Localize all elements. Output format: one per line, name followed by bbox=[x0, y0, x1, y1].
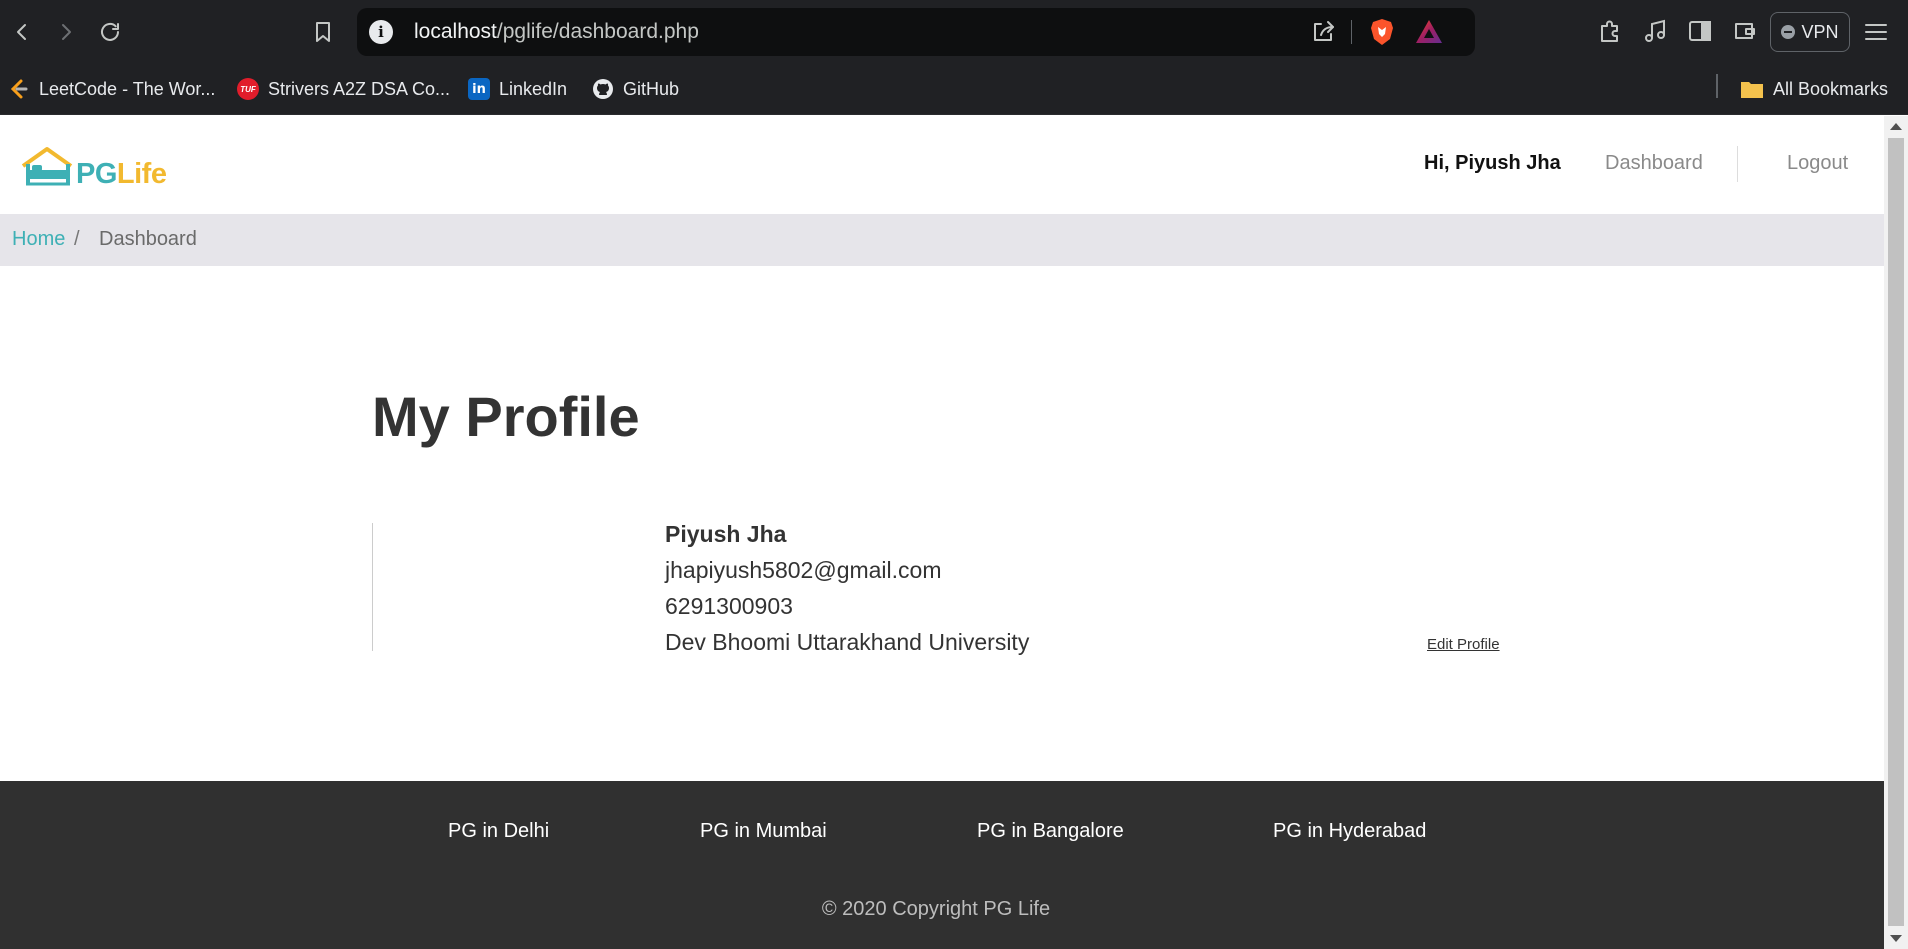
footer-link-hyderabad[interactable]: PG in Hyderabad bbox=[1273, 820, 1426, 843]
bookmark-icon bbox=[316, 22, 330, 42]
bookmark-linkedin[interactable]: in LinkedIn bbox=[468, 74, 567, 104]
footer-link-mumbai[interactable]: PG in Mumbai bbox=[700, 820, 827, 843]
nav-divider bbox=[1737, 146, 1738, 182]
scroll-down-arrow-icon[interactable] bbox=[1890, 935, 1902, 942]
nav-dashboard-link[interactable]: Dashboard bbox=[1605, 152, 1703, 175]
bookmarks-bar: LeetCode - The Wor... TUF Strivers A2Z D… bbox=[0, 64, 1908, 115]
bookmark-strivers[interactable]: TUF Strivers A2Z DSA Co... bbox=[237, 74, 450, 104]
edit-profile-link[interactable]: Edit Profile bbox=[1427, 636, 1500, 653]
profile-college: Dev Bhoomi Uttarakhand University bbox=[665, 629, 1030, 655]
bookmark-label: Strivers A2Z DSA Co... bbox=[268, 78, 451, 99]
all-bookmarks-label: All Bookmarks bbox=[1773, 78, 1889, 99]
logo-life: Life bbox=[116, 158, 167, 190]
brave-shields-icon[interactable] bbox=[1369, 18, 1395, 46]
profile-image-border bbox=[372, 523, 373, 651]
share-icon[interactable] bbox=[1309, 18, 1337, 46]
github-icon bbox=[593, 79, 613, 99]
forward-button[interactable] bbox=[48, 14, 84, 50]
profile-phone: 6291300903 bbox=[665, 593, 793, 619]
site-logo[interactable]: PGLife bbox=[20, 144, 167, 194]
puzzle-icon bbox=[1601, 20, 1618, 42]
profile-details: Piyush Jha jhapiyush5802@gmail.com 62913… bbox=[665, 516, 1029, 660]
bookmark-label: LinkedIn bbox=[499, 78, 568, 99]
reload-button[interactable] bbox=[92, 14, 128, 50]
divider bbox=[1716, 74, 1718, 98]
vpn-label: VPN bbox=[1801, 21, 1839, 42]
site-info-icon[interactable]: i bbox=[369, 20, 393, 44]
wallet-button[interactable] bbox=[1730, 16, 1760, 46]
vpn-button[interactable]: VPN bbox=[1770, 12, 1850, 52]
arrow-right-icon bbox=[62, 24, 71, 40]
page-title: My Profile bbox=[372, 385, 640, 448]
footer-link-bangalore[interactable]: PG in Bangalore bbox=[977, 820, 1124, 843]
bookmark-github[interactable]: GitHub bbox=[592, 74, 679, 104]
site-header: PGLife Hi, Piyush Jha Dashboard Logout bbox=[0, 116, 1884, 214]
copyright-text: © 2020 Copyright PG Life bbox=[0, 898, 1884, 921]
breadcrumb-separator: / bbox=[74, 228, 80, 250]
arrow-left-icon bbox=[17, 24, 26, 40]
user-greeting: Hi, Piyush Jha bbox=[1424, 152, 1561, 174]
media-button[interactable] bbox=[1640, 16, 1670, 46]
url-host: localhost bbox=[414, 20, 497, 43]
folder-icon bbox=[1741, 82, 1763, 98]
divider bbox=[1351, 20, 1352, 44]
copyright-label: © 2020 Copyright PG Life bbox=[821, 898, 1051, 920]
music-note-icon bbox=[1645, 19, 1665, 42]
nav-logout-link[interactable]: Logout bbox=[1787, 152, 1848, 175]
back-button[interactable] bbox=[4, 14, 40, 50]
sidebar-button[interactable] bbox=[1685, 16, 1715, 46]
logo-pg: PG bbox=[76, 158, 117, 190]
scroll-thumb[interactable] bbox=[1888, 138, 1904, 926]
footer-link-delhi[interactable]: PG in Delhi bbox=[448, 820, 549, 843]
leetcode-icon bbox=[10, 79, 28, 99]
address-bar[interactable]: i localhost/pglife/dashboard.php bbox=[357, 8, 1475, 56]
breadcrumb-current: Dashboard bbox=[99, 228, 197, 250]
linkedin-icon: in bbox=[468, 78, 490, 100]
extensions-button[interactable] bbox=[1596, 16, 1626, 46]
scroll-up-arrow-icon[interactable] bbox=[1890, 123, 1902, 130]
profile-name: Piyush Jha bbox=[665, 521, 787, 547]
bookmark-label: LeetCode - The Wor... bbox=[39, 78, 216, 99]
brave-rewards-icon[interactable] bbox=[1415, 19, 1443, 45]
breadcrumb-home-link[interactable]: Home bbox=[12, 228, 65, 251]
tuf-icon: TUF bbox=[237, 78, 259, 100]
site-footer: PG in Delhi PG in Mumbai PG in Bangalore… bbox=[0, 781, 1884, 949]
breadcrumb: Home / Dashboard bbox=[0, 214, 1884, 266]
menu-icon[interactable] bbox=[1862, 18, 1890, 46]
bookmark-leetcode[interactable]: LeetCode - The Wor... bbox=[8, 74, 215, 104]
house-bed-logo-icon bbox=[21, 147, 73, 186]
wallet-icon bbox=[1735, 23, 1755, 39]
profile-email: jhapiyush5802@gmail.com bbox=[665, 557, 942, 583]
logo-text: PGLife bbox=[76, 158, 167, 191]
bookmark-page-button[interactable] bbox=[305, 14, 341, 50]
bookmark-label: GitHub bbox=[623, 78, 680, 99]
page-scrollbar[interactable] bbox=[1884, 116, 1908, 949]
url-path: /pglife/dashboard.php bbox=[496, 20, 699, 43]
all-bookmarks-button[interactable]: All Bookmarks bbox=[1740, 74, 1888, 104]
browser-toolbar: i localhost/pglife/dashboard.php VPN bbox=[0, 0, 1908, 64]
url-text[interactable]: localhost/pglife/dashboard.php bbox=[414, 20, 699, 44]
page-viewport: PGLife Hi, Piyush Jha Dashboard Logout H… bbox=[0, 116, 1884, 949]
sidebar-icon bbox=[1689, 21, 1711, 41]
vpn-status-icon bbox=[1781, 25, 1796, 39]
reload-icon bbox=[101, 22, 119, 41]
